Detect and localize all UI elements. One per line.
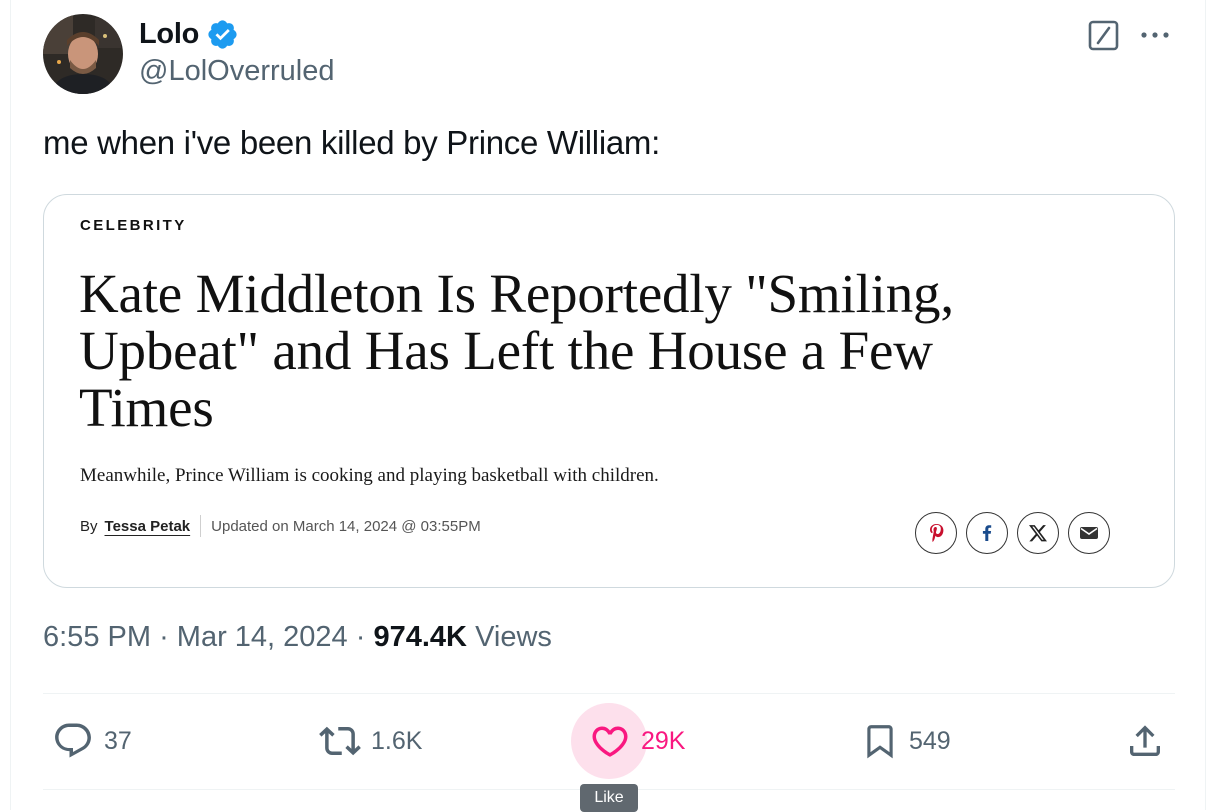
bookmark-icon [867, 725, 893, 759]
grok-button[interactable] [1087, 19, 1120, 52]
facebook-icon [982, 525, 992, 541]
tweet-text: me when i've been killed by Prince Willi… [43, 124, 660, 161]
article-headline: Kate Middleton Is Reportedly "Smiling, U… [79, 263, 954, 438]
bookmark-button[interactable]: 549 [861, 718, 951, 764]
repost-button[interactable]: 1.6K [319, 718, 422, 764]
x-share-button [1017, 512, 1059, 554]
author-handle[interactable]: @LolOverruled [139, 55, 334, 88]
reply-count: 37 [104, 726, 132, 755]
meta-separator: · [355, 621, 366, 653]
author-display-name[interactable]: Lolo [139, 18, 199, 51]
facebook-share-button [966, 512, 1008, 554]
article-dek: Meanwhile, Prince William is cooking and… [80, 465, 659, 486]
avatar[interactable] [43, 14, 123, 94]
email-share-button [1068, 512, 1110, 554]
more-options-button[interactable] [1139, 20, 1171, 50]
divider [43, 693, 1175, 694]
byline-by-label: By [80, 517, 98, 535]
views-label[interactable]: Views [475, 621, 552, 653]
pinterest-icon [930, 524, 944, 542]
more-dots-icon [1141, 32, 1169, 38]
avatar-image [43, 14, 123, 94]
repost-icon [319, 726, 361, 756]
mail-icon [1080, 527, 1098, 539]
repost-count: 1.6K [371, 726, 423, 755]
tweet-meta: 6:55 PM · Mar 14, 2024 · 974.4K Views [43, 621, 552, 654]
byline-divider [200, 515, 202, 537]
tweet-date[interactable]: Mar 14, 2024 [177, 621, 348, 653]
byline-updated: Updated on March 14, 2024 @ 03:55PM [211, 517, 481, 535]
like-count: 29K [641, 726, 686, 755]
share-button[interactable] [1125, 718, 1165, 764]
heart-icon [592, 726, 628, 757]
meta-separator: · [159, 621, 169, 653]
views-count[interactable]: 974.4K [373, 621, 467, 653]
share-icon [1130, 725, 1160, 756]
tweet-time[interactable]: 6:55 PM [43, 621, 151, 653]
reply-button[interactable]: 37 [52, 718, 132, 764]
like-button[interactable]: 29K [589, 718, 685, 764]
article-share-row [915, 512, 1110, 554]
verified-badge-icon[interactable] [206, 18, 239, 51]
article-category: CELEBRITY [80, 217, 187, 234]
reply-icon [55, 723, 91, 758]
like-tooltip: Like [580, 784, 638, 812]
bookmark-count: 549 [909, 726, 951, 755]
x-logo-icon [1029, 525, 1047, 542]
author-name-row[interactable]: Lolo [139, 14, 239, 54]
byline-author: Tessa Petak [104, 517, 191, 535]
pinterest-share-button [915, 512, 957, 554]
article-byline: By Tessa Petak Updated on March 14, 2024… [80, 515, 481, 537]
grok-icon [1088, 20, 1119, 51]
attached-article-image[interactable]: CELEBRITY Kate Middleton Is Reportedly "… [43, 194, 1175, 588]
